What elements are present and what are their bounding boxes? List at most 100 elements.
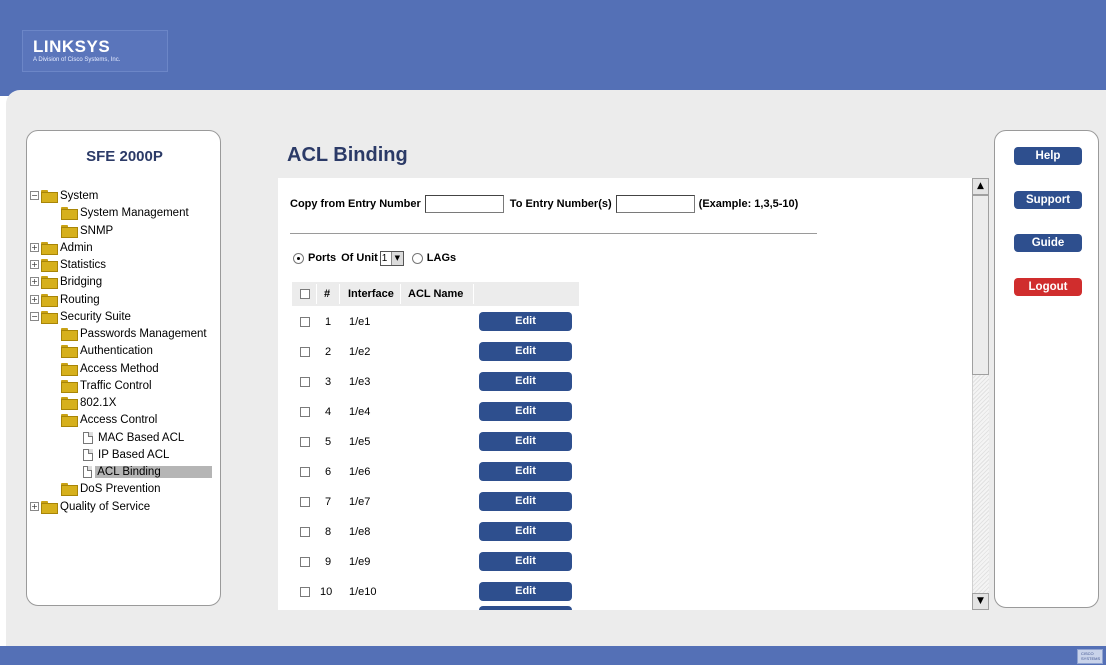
- sidebar-item-system-management[interactable]: System Management: [61, 204, 191, 221]
- copy-to-label: To Entry Number(s): [509, 198, 612, 210]
- table-row: 9 1/e9 Edit: [292, 551, 579, 573]
- sidebar-item-dos-prevention[interactable]: DoS Prevention: [61, 480, 163, 497]
- expand-icon[interactable]: +: [30, 295, 39, 304]
- collapse-icon[interactable]: −: [30, 191, 39, 200]
- table-row: 5 1/e5 Edit: [292, 431, 579, 453]
- table-row: 8 1/e8 Edit: [292, 521, 579, 543]
- row-checkbox[interactable]: [300, 377, 310, 387]
- table-row: 4 1/e4 Edit: [292, 401, 579, 423]
- unit-select-value: 1: [381, 252, 388, 264]
- sidebar-item-quality-of-service[interactable]: + Quality of Service: [30, 498, 152, 515]
- copy-entry-row: Copy from Entry Number To Entry Number(s…: [290, 195, 798, 213]
- sidebar-item-ip-based-acl[interactable]: IP Based ACL: [83, 446, 171, 463]
- table-row: 3 1/e3 Edit: [292, 371, 579, 393]
- logo-wordmark: LINKSYS: [33, 37, 111, 56]
- edit-button[interactable]: Edit: [479, 582, 572, 601]
- content-frame: [278, 178, 989, 610]
- row-interface: 1/e9: [349, 556, 371, 568]
- sidebar-item-routing[interactable]: + Routing: [30, 291, 102, 308]
- table-row: 1 1/e1 Edit: [292, 311, 579, 333]
- sidebar-item-acl-binding[interactable]: ACL Binding: [83, 463, 212, 480]
- edit-button[interactable]: Edit: [479, 552, 572, 571]
- expand-icon[interactable]: +: [30, 277, 39, 286]
- edit-button[interactable]: Edit: [479, 372, 572, 391]
- lags-radio[interactable]: [411, 252, 423, 264]
- row-checkbox[interactable]: [300, 587, 310, 597]
- sidebar-item-label: Routing: [60, 293, 100, 306]
- support-button[interactable]: Support: [1014, 191, 1082, 209]
- logout-button[interactable]: Logout: [1014, 278, 1082, 296]
- sidebar-item-system[interactable]: − System: [30, 187, 100, 204]
- row-number: 4: [325, 406, 332, 418]
- help-button[interactable]: Help: [1014, 147, 1082, 165]
- edit-button[interactable]: Edit: [479, 492, 572, 511]
- sidebar-item-bridging[interactable]: + Bridging: [30, 273, 104, 290]
- ports-radio[interactable]: [293, 252, 304, 264]
- sidebar-item-label: Authentication: [80, 344, 153, 357]
- folder-icon: [61, 483, 78, 496]
- select-all-checkbox[interactable]: [300, 289, 310, 299]
- scroll-down-arrow-icon[interactable]: ▼: [972, 593, 989, 610]
- sidebar-item-statistics[interactable]: + Statistics: [30, 256, 108, 273]
- sidebar-item-label: Admin: [60, 241, 93, 254]
- page-icon: [83, 431, 93, 444]
- edit-button[interactable]: Edit: [479, 432, 572, 451]
- collapse-icon[interactable]: −: [30, 312, 39, 321]
- sidebar-item-label: Security Suite: [60, 310, 131, 323]
- chevron-down-icon[interactable]: ▼: [390, 251, 403, 265]
- folder-open-icon: [61, 414, 78, 427]
- unit-select[interactable]: 1 ▼: [379, 250, 404, 266]
- edit-button[interactable]: Edit: [479, 522, 572, 541]
- sidebar-item-802-1x[interactable]: 802.1X: [61, 394, 118, 411]
- edit-button[interactable]: Edit: [479, 342, 572, 361]
- expand-icon[interactable]: +: [30, 260, 39, 269]
- sidebar-item-access-method[interactable]: Access Method: [61, 360, 161, 377]
- row-checkbox-cell: [300, 371, 310, 393]
- expand-icon[interactable]: +: [30, 502, 39, 511]
- folder-icon: [61, 328, 78, 341]
- row-interface: 1/e6: [349, 466, 371, 478]
- folder-icon: [41, 259, 58, 272]
- sidebar-item-label: Traffic Control: [80, 379, 152, 392]
- folder-icon: [41, 242, 58, 255]
- sidebar-item-snmp[interactable]: SNMP: [61, 222, 115, 239]
- col-header-num: #: [324, 288, 331, 300]
- sidebar-item-mac-based-acl[interactable]: MAC Based ACL: [83, 429, 186, 446]
- row-checkbox[interactable]: [300, 527, 310, 537]
- of-unit-label: Of Unit: [341, 252, 378, 264]
- row-interface: 1/e4: [349, 406, 371, 418]
- sidebar-item-passwords-management[interactable]: Passwords Management: [61, 325, 209, 342]
- row-number: 3: [325, 376, 332, 388]
- sidebar-item-security-suite[interactable]: − Security Suite: [30, 308, 133, 325]
- row-checkbox-cell: [300, 491, 310, 513]
- sidebar-item-admin[interactable]: + Admin: [30, 239, 95, 256]
- copy-from-input[interactable]: [424, 195, 504, 213]
- edit-button[interactable]: Edit: [479, 402, 572, 421]
- row-checkbox[interactable]: [300, 347, 310, 357]
- row-checkbox[interactable]: [300, 467, 310, 477]
- edit-button[interactable]: Edit: [479, 312, 572, 331]
- row-checkbox[interactable]: [300, 317, 310, 327]
- sidebar-item-access-control[interactable]: Access Control: [61, 411, 159, 428]
- edit-button[interactable]: Edit: [479, 462, 572, 481]
- sidebar-item-authentication[interactable]: Authentication: [61, 342, 155, 359]
- copy-to-input[interactable]: [615, 195, 695, 213]
- row-checkbox[interactable]: [300, 437, 310, 447]
- row-number: 10: [320, 586, 333, 598]
- edit-button-partial[interactable]: [479, 606, 572, 610]
- sidebar-item-traffic-control[interactable]: Traffic Control: [61, 377, 154, 394]
- scrollbar-thumb[interactable]: [972, 195, 989, 375]
- expand-icon[interactable]: +: [30, 243, 39, 252]
- guide-button[interactable]: Guide: [1014, 234, 1082, 252]
- sidebar-item-label: MAC Based ACL: [98, 431, 185, 444]
- row-checkbox[interactable]: [300, 497, 310, 507]
- row-checkbox-cell: [300, 431, 310, 453]
- folder-icon: [41, 276, 58, 289]
- row-checkbox[interactable]: [300, 407, 310, 417]
- row-interface: 1/e10: [349, 586, 377, 598]
- folder-open-icon: [41, 190, 58, 203]
- scroll-up-arrow-icon[interactable]: ▲: [972, 178, 989, 195]
- row-checkbox[interactable]: [300, 557, 310, 567]
- page-icon: [83, 465, 93, 478]
- footer-bar: [0, 646, 1106, 665]
